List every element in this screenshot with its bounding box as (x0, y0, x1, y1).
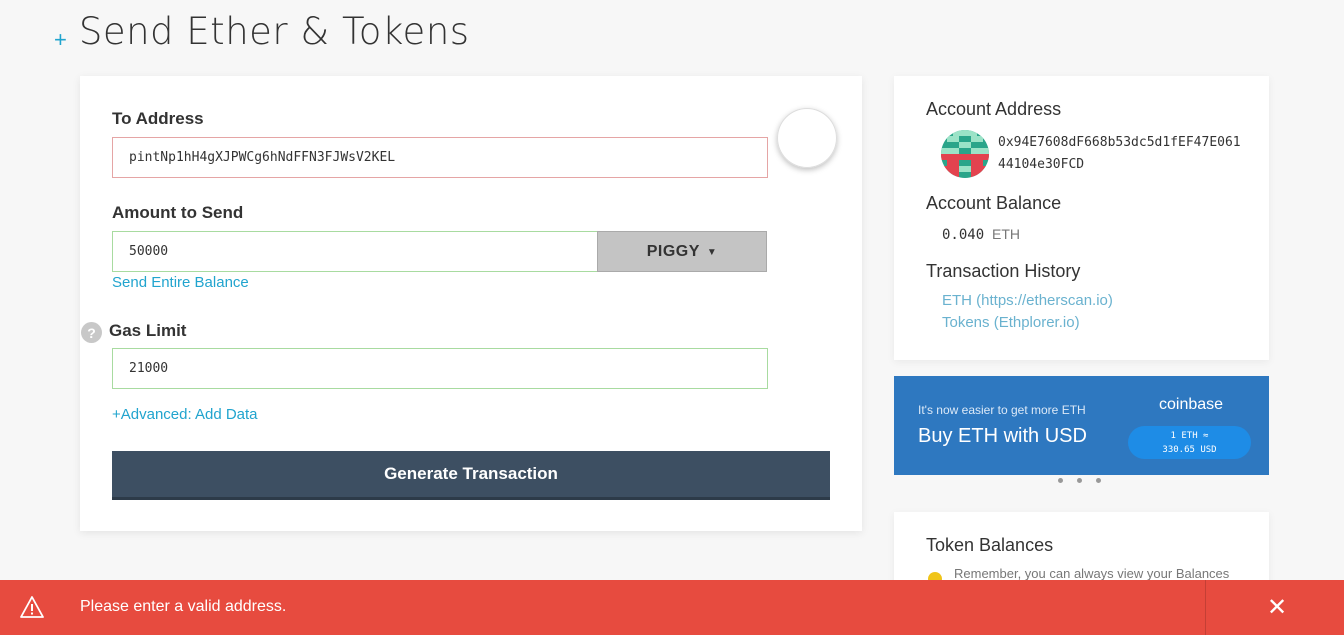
generate-transaction-button[interactable]: Generate Transaction (112, 451, 830, 500)
coinbase-title: Buy ETH with USD (918, 425, 1087, 447)
token-balances-note: Remember, you can always view your Balan… (954, 566, 1230, 581)
account-balance: 0.040 ETH (942, 226, 1020, 243)
token-select-label: PIGGY (646, 242, 700, 260)
eth-usd-rate-badge: 1 ETH ≈ 330.65 USD (1128, 426, 1251, 459)
carousel-dots (1058, 478, 1101, 483)
carousel-dot[interactable] (1077, 478, 1082, 483)
send-form-panel: To Address pintNp1hH4gXJPWCg6hNdFFN3FJWs… (80, 76, 862, 531)
amount-input[interactable]: 50000 (112, 231, 598, 272)
page-header: + Send Ether & Tokens (54, 10, 470, 53)
account-balance-heading: Account Balance (926, 193, 1062, 213)
token-select-dropdown[interactable]: PIGGY ▼ (597, 231, 767, 272)
account-address-value: 0x94E7608dF668b53dc5d1fEF47E06144104e30F… (998, 135, 1241, 172)
alert-divider (1205, 580, 1206, 635)
alert-message: Please enter a valid address. (80, 598, 287, 615)
close-icon[interactable]: ✕ (1263, 594, 1291, 622)
etherscan-link[interactable]: ETH (https://etherscan.io) (942, 292, 1113, 309)
rate-line-2: 330.65 USD (1162, 444, 1217, 455)
account-address-heading: Account Address (926, 99, 1062, 119)
balance-value: 0.040 (942, 227, 985, 243)
caret-down-icon: ▼ (706, 247, 718, 258)
to-address-label: To Address (112, 109, 204, 128)
plus-icon[interactable]: + (54, 29, 67, 51)
address-identicon-placeholder (777, 108, 837, 168)
rate-line-1: 1 ETH ≈ (1170, 430, 1209, 441)
error-alert-bar: Please enter a valid address. ✕ (0, 580, 1344, 635)
ethplorer-link[interactable]: Tokens (Ethplorer.io) (942, 314, 1080, 331)
question-circle-icon[interactable]: ? (81, 322, 102, 343)
send-entire-balance-link[interactable]: Send Entire Balance (112, 274, 249, 291)
gas-limit-input[interactable]: 21000 (112, 348, 768, 389)
transaction-history-heading: Transaction History (926, 261, 1081, 281)
amount-label: Amount to Send (112, 203, 244, 222)
gas-limit-label: Gas Limit (109, 321, 187, 340)
coinbase-banner[interactable]: It's now easier to get more ETH Buy ETH … (894, 376, 1269, 475)
advanced-add-data-link[interactable]: +Advanced: Add Data (112, 406, 258, 423)
page-title: Send Ether & Tokens (78, 10, 470, 53)
coinbase-logo: coinbase (1159, 396, 1224, 413)
carousel-dot[interactable] (1096, 478, 1101, 483)
warning-triangle-icon (20, 596, 44, 618)
identicon-avatar-icon (941, 130, 989, 178)
token-balances-heading: Token Balances (926, 535, 1054, 555)
to-address-input[interactable]: pintNp1hH4gXJPWCg6hNdFFN3FJWsV2KEL (112, 137, 768, 178)
coinbase-subtitle: It's now easier to get more ETH (918, 403, 1086, 417)
carousel-dot[interactable] (1058, 478, 1063, 483)
balance-unit: ETH (992, 226, 1021, 242)
account-info-panel: Account Address 0x94E7608dF668b53dc5d1fE… (894, 76, 1269, 360)
